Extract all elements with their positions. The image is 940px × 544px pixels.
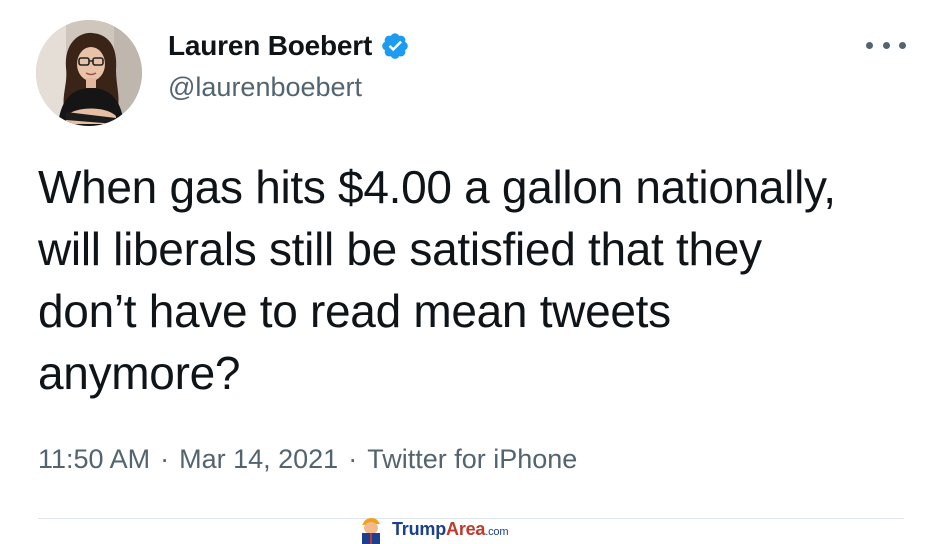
meta-separator: · bbox=[160, 444, 170, 474]
verified-badge-icon bbox=[380, 31, 410, 61]
tweet-card: Lauren Boebert @laurenboebert When gas h… bbox=[0, 0, 940, 544]
watermark-logo: TrumpArea.com bbox=[356, 516, 556, 544]
avatar[interactable] bbox=[36, 20, 142, 126]
more-options-icon[interactable] bbox=[866, 30, 906, 60]
dot bbox=[899, 41, 906, 49]
author-handle[interactable]: @laurenboebert bbox=[168, 72, 362, 103]
author-name-row: Lauren Boebert bbox=[168, 26, 410, 66]
dot bbox=[866, 41, 873, 49]
tweet-source[interactable]: Twitter for iPhone bbox=[367, 444, 577, 475]
dot bbox=[882, 41, 890, 49]
tweet-time[interactable]: 11:50 AM bbox=[38, 444, 150, 475]
caricature-figure-icon bbox=[362, 518, 380, 544]
tweet-date[interactable]: Mar 14, 2021 bbox=[179, 444, 338, 475]
tweet-text: When gas hits $4.00 a gallon nationally,… bbox=[38, 161, 836, 399]
profile-photo-icon bbox=[36, 20, 142, 126]
meta-separator: · bbox=[348, 444, 358, 474]
author-display-name[interactable]: Lauren Boebert bbox=[168, 30, 372, 62]
watermark-text: TrumpArea.com bbox=[392, 519, 509, 539]
tweet-metadata: 11:50 AM · Mar 14, 2021 · Twitter for iP… bbox=[38, 444, 577, 475]
